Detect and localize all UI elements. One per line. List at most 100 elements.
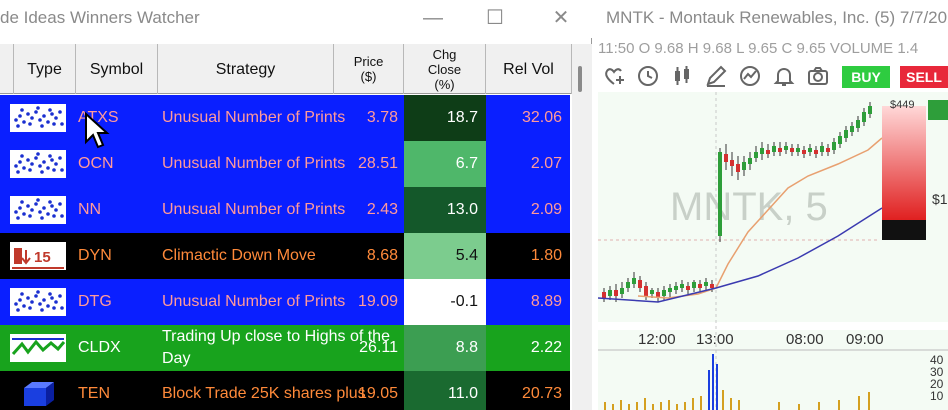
volume-bar — [858, 396, 860, 410]
trade-ideas-window: de Ideas Winners Watcher — ☐ ✕ Type Symb… — [0, 0, 592, 410]
symbol-cell: TEN — [78, 385, 110, 402]
buy-button[interactable]: BUY — [842, 66, 890, 88]
x-tick-label: 08:00 — [786, 331, 824, 348]
candle-body — [724, 154, 728, 162]
volume-bar — [660, 402, 662, 410]
candle-body — [704, 282, 708, 286]
volume-bar — [644, 398, 646, 410]
candle-body — [856, 120, 860, 128]
screen: de Ideas Winners Watcher — ☐ ✕ Type Symb… — [0, 0, 948, 410]
candlestick-icon[interactable] — [670, 64, 694, 88]
minimize-button[interactable]: — — [418, 4, 448, 32]
candle-body — [698, 284, 702, 288]
candle-body — [868, 106, 872, 114]
candle-body — [766, 150, 770, 154]
column-header-symbol[interactable]: Symbol — [76, 44, 158, 94]
column-header-chg-close[interactable]: Chg Close (%) — [404, 44, 486, 94]
price-cell: 19.09 — [357, 293, 398, 310]
relative-volume-cell: 8.89 — [530, 293, 562, 310]
candle-body — [736, 164, 740, 172]
vertical-scrollbar[interactable] — [572, 44, 592, 410]
volume-bar — [730, 398, 732, 410]
column-header-price[interactable]: Price ($) — [334, 44, 404, 94]
column-header-rel-vol[interactable]: Rel Vol — [486, 44, 572, 94]
unusual-prints-icon — [10, 150, 66, 178]
price-axis-label: $1 — [932, 191, 948, 207]
chart-window: MNTK - Montauk Renewables, Inc. (5) 7/7/… — [598, 0, 948, 410]
table-row[interactable]: CLDX Trading Up close to Highs of the Day… — [0, 325, 570, 371]
candle-body — [778, 148, 782, 152]
alert-type-cell — [0, 279, 76, 325]
candle-body — [614, 290, 618, 296]
candle-body — [850, 126, 854, 132]
price-cell: 8.68 — [366, 247, 398, 264]
add-to-watchlist-icon[interactable] — [602, 64, 626, 88]
volume-bar — [652, 404, 654, 410]
alert-bell-icon[interactable] — [772, 64, 796, 88]
symbol-cell: DTG — [78, 293, 112, 310]
price-flag-label: $449 — [890, 99, 914, 111]
table-row[interactable]: NN Unusual Number of Prints 2.43 13.0 2.09 — [0, 187, 570, 233]
volume-bar — [838, 400, 840, 410]
table-header: Type Symbol Strategy Price ($) Chg Close… — [0, 44, 592, 94]
candle-body — [820, 146, 824, 152]
close-button[interactable]: ✕ — [546, 4, 576, 32]
candle-body — [662, 290, 666, 296]
alert-type-cell: 15 — [0, 233, 76, 279]
scrollbar-thumb[interactable] — [578, 66, 582, 92]
volume-bar — [722, 390, 724, 410]
volume-bar — [868, 392, 870, 410]
candle-body — [710, 284, 714, 288]
candle-body — [668, 288, 672, 292]
candle-body — [790, 148, 794, 152]
volume-tick-label: 10 — [930, 389, 944, 403]
volume-bar — [818, 402, 820, 410]
relative-volume-cell: 32.06 — [521, 109, 562, 126]
change-close-cell: 18.7 — [404, 95, 486, 141]
block-trade-icon — [10, 380, 66, 408]
candle-body — [838, 136, 842, 144]
symbol-cell: NN — [78, 201, 102, 218]
candle-body — [644, 286, 648, 296]
camera-icon[interactable] — [806, 64, 830, 88]
change-close-cell: 8.8 — [404, 325, 486, 371]
candle-body — [638, 280, 642, 288]
chart-toolbar — [598, 64, 948, 90]
volume-bar — [620, 400, 622, 410]
maximize-button[interactable]: ☐ — [480, 4, 510, 32]
price-cell: 26.11 — [359, 339, 398, 356]
clock-icon[interactable] — [636, 64, 660, 88]
candle-body — [626, 282, 630, 288]
table-row[interactable]: DTG Unusual Number of Prints 19.09 -0.1 8.89 — [0, 279, 570, 325]
alert-type-cell — [0, 187, 76, 233]
relative-volume-cell: 20.73 — [521, 385, 562, 402]
ohlc-readout: 11:50 O 9.68 H 9.68 L 9.65 C 9.65 VOLUME… — [598, 40, 919, 57]
candle-body — [754, 152, 758, 158]
column-header-type[interactable]: Type — [14, 44, 76, 94]
volume-bar — [738, 400, 740, 410]
x-tick-label: 09:00 — [846, 331, 884, 348]
change-close-cell: 6.7 — [404, 141, 486, 187]
relative-volume-cell: 2.22 — [530, 339, 562, 356]
price-cell: 28.51 — [357, 155, 398, 172]
price-chart[interactable]: MNTK, 5 $449 $1 12:00 13:00 08:00 09:00 403… — [598, 92, 948, 410]
sell-button[interactable]: SELL — [900, 66, 948, 88]
trading-up-icon — [10, 334, 66, 362]
window-title: de Ideas Winners Watcher — [0, 8, 200, 27]
relative-volume-cell: 2.07 — [530, 155, 562, 172]
candle-body — [686, 286, 690, 290]
alert-type-cell — [0, 371, 76, 410]
candle-body — [802, 150, 806, 154]
volume-bar — [700, 396, 702, 410]
column-header-strategy[interactable]: Strategy — [158, 44, 334, 94]
change-close-cell: -0.1 — [404, 279, 486, 325]
indicator-icon[interactable] — [738, 64, 762, 88]
table-row[interactable]: 15 DYN Climactic Down Move 8.68 5.4 1.80 — [0, 233, 570, 279]
table-row[interactable]: TEN Block Trade 25K shares plus 19.05 11.0 2… — [0, 371, 570, 410]
pencil-icon[interactable] — [704, 64, 728, 88]
chart-title: MNTK - Montauk Renewables, Inc. (5) 7/7/… — [606, 8, 948, 27]
volume-bar — [684, 402, 686, 410]
candle-body — [632, 278, 636, 284]
price-cell: 3.78 — [366, 109, 398, 126]
climactic-down-icon: 15 — [10, 242, 66, 270]
